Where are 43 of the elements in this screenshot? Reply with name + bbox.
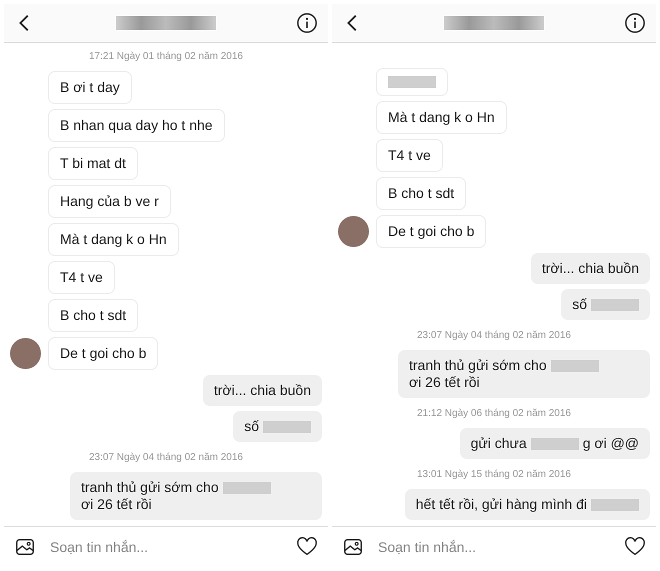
message-text: B nhan qua day ho t nhe xyxy=(60,117,213,134)
message-text: ơi 26 tết rồi xyxy=(81,496,152,513)
message-text: Mà t dang k o Hn xyxy=(60,231,167,248)
blurred-text xyxy=(591,298,639,310)
blurred-text xyxy=(591,498,639,510)
message-text: T4 t ve xyxy=(60,269,103,286)
message-text: hết tết rồi, gửi hàng mình đi xyxy=(416,496,587,513)
message-text: số xyxy=(572,296,587,313)
blurred-text xyxy=(263,420,311,432)
timestamp: 23:07 Ngày 04 tháng 02 năm 2016 xyxy=(88,451,244,465)
heart-icon[interactable] xyxy=(624,536,646,558)
message-text: tranh thủ gửi sớm cho xyxy=(81,479,219,496)
message-text: B cho t sdt xyxy=(60,307,126,324)
blurred-text xyxy=(530,438,579,450)
message-input[interactable]: Soạn tin nhắn... xyxy=(48,538,284,556)
blurred-text xyxy=(222,482,271,494)
message-text: tranh thủ gửi sớm cho xyxy=(409,357,547,374)
timestamp: 13:01 Ngày 15 tháng 02 năm 2016 xyxy=(416,468,572,482)
message-text: De t goi cho b xyxy=(388,223,474,240)
message-text: T bi mat dt xyxy=(60,155,126,172)
message-text: gửi chưa xyxy=(470,435,527,452)
message-text: T4 t ve xyxy=(388,147,431,164)
image-icon[interactable] xyxy=(342,536,364,558)
message-text: số xyxy=(244,418,259,435)
timestamp: 21:12 Ngày 06 tháng 02 năm 2016 xyxy=(416,407,572,421)
message-text: g ơi @@ xyxy=(582,435,639,452)
info-icon[interactable] xyxy=(296,12,318,34)
message-text: trời... chia buồn xyxy=(214,382,311,399)
timestamp: 23:07 Ngày 04 tháng 02 năm 2016 xyxy=(416,329,572,343)
message-text: De t goi cho b xyxy=(60,345,146,362)
message-text: B cho t sdt xyxy=(388,185,454,202)
message-text: Mà t dang k o Hn xyxy=(388,109,495,126)
message-text: Hang của b ve r xyxy=(60,193,159,210)
blurred-text xyxy=(550,360,599,372)
message-text: trời... chia buồn xyxy=(542,260,639,277)
message-text: ơi 26 tết rồi xyxy=(409,374,480,391)
timestamp: 17:21 Ngày 01 tháng 02 năm 2016 xyxy=(88,50,244,64)
message-input[interactable]: Soạn tin nhắn... xyxy=(376,538,612,556)
image-icon[interactable] xyxy=(14,536,36,558)
info-icon[interactable] xyxy=(624,12,646,34)
blurred-text xyxy=(388,76,436,88)
heart-icon[interactable] xyxy=(296,536,318,558)
message-text: B ơi t day xyxy=(60,79,120,96)
